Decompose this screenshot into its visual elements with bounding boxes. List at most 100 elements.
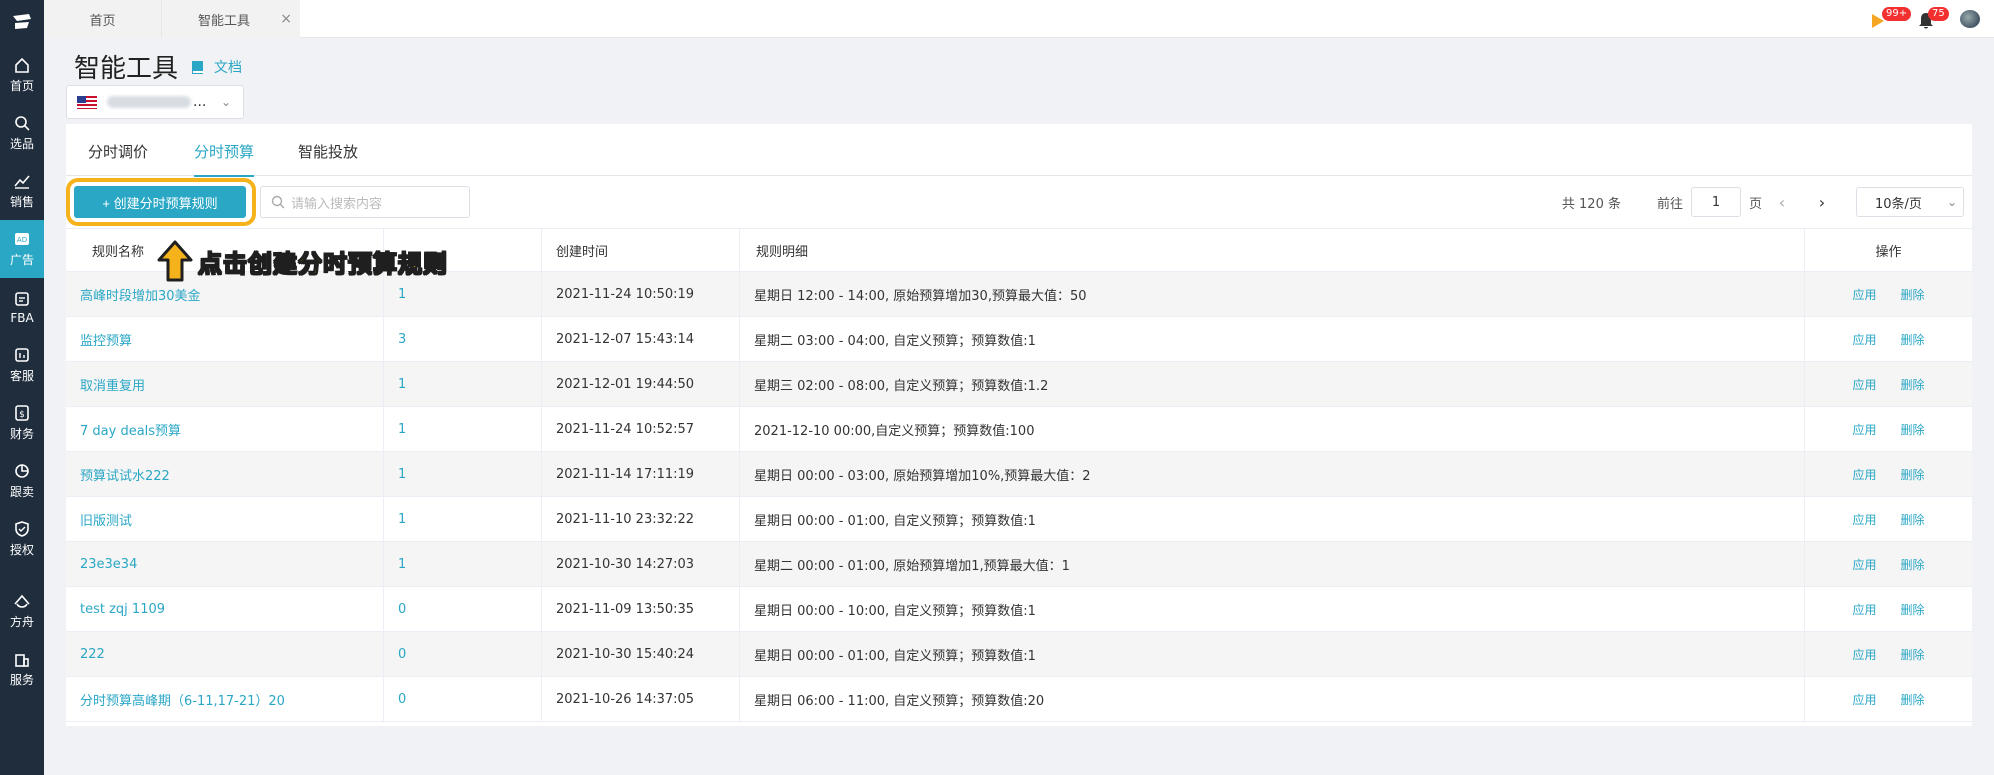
app-logo[interactable] <box>0 0 44 46</box>
rule-name-link[interactable]: 监控预算 <box>80 330 132 349</box>
tab-time-pricing[interactable]: 分时调价 <box>88 141 148 162</box>
sidebar-item-8[interactable]: 授权 <box>0 510 44 568</box>
rule-name-link[interactable]: 取消重复用 <box>80 375 145 394</box>
rule-name-link[interactable]: 7 day deals预算 <box>80 420 181 439</box>
rule-name-link[interactable]: 分时预算高峰期（6-11,17-21）20 <box>80 690 285 709</box>
rule-name-link[interactable]: 222 <box>80 647 105 662</box>
sidebar-item-0[interactable]: 首页 <box>0 46 44 104</box>
rule-detail: 星期日 12:00 - 14:00, 原始预算增加30,预算最大值：50 <box>754 288 1087 304</box>
apply-button[interactable]: 应用 <box>1852 511 1876 528</box>
col-created: 创建时间 <box>542 229 740 271</box>
building-icon <box>15 654 29 667</box>
shield-icon <box>15 521 29 537</box>
rule-detail: 星期二 03:00 - 04:00, 自定义预算；预算数值:1 <box>754 333 1036 349</box>
doc-link[interactable]: 文档 <box>190 57 242 77</box>
home-icon <box>15 57 29 73</box>
prev-page-icon[interactable]: ‹ <box>1762 193 1802 212</box>
sidebar-item-9[interactable]: 方舟 <box>0 582 44 640</box>
rule-count-link[interactable]: 1 <box>398 287 406 302</box>
tab-smart-delivery[interactable]: 智能投放 <box>298 141 358 162</box>
table-row: 分时预算高峰期（6-11,17-21）20 0 2021-10-26 14:37:0… <box>66 677 1972 722</box>
delete-button[interactable]: 删除 <box>1901 601 1925 618</box>
apply-button[interactable]: 应用 <box>1852 556 1876 573</box>
sidebar-item-label: 方舟 <box>9 615 34 629</box>
apply-button[interactable]: 应用 <box>1852 376 1876 393</box>
rule-count-link[interactable]: 0 <box>398 602 406 617</box>
table-row: 7 day deals预算 1 2021-11-24 10:52:57 2021-12… <box>66 407 1972 452</box>
tab-home[interactable]: 首页 <box>44 0 162 38</box>
svg-text:$: $ <box>19 410 25 420</box>
sidebar-item-3[interactable]: AD 广告 <box>0 220 44 278</box>
sidebar-item-4[interactable]: FBA <box>0 278 44 336</box>
delete-button[interactable]: 删除 <box>1901 646 1925 663</box>
sidebar-item-2[interactable]: 销售 <box>0 162 44 220</box>
sidebar-item-1[interactable]: 选品 <box>0 104 44 162</box>
apply-button[interactable]: 应用 <box>1852 646 1876 663</box>
ad-icon: AD <box>15 233 29 245</box>
logo-icon <box>13 14 31 29</box>
rule-count-link[interactable]: 0 <box>398 692 406 707</box>
rule-name-link[interactable]: test zqj 1109 <box>80 602 165 617</box>
apply-button[interactable]: 应用 <box>1852 601 1876 618</box>
created-time: 2021-11-24 10:52:57 <box>556 421 695 437</box>
page-number-input[interactable]: 1 <box>1690 187 1741 217</box>
sidebar-item-6[interactable]: $ 财务 <box>0 394 44 452</box>
apply-button[interactable]: 应用 <box>1852 466 1876 483</box>
rule-count-link[interactable]: 3 <box>398 332 406 347</box>
play-notification[interactable]: 99+ <box>1870 7 1912 29</box>
ark-icon <box>14 594 30 608</box>
apply-button[interactable]: 应用 <box>1852 331 1876 348</box>
delete-button[interactable]: 删除 <box>1901 691 1925 708</box>
close-icon[interactable]: × <box>280 11 292 27</box>
main-card: 分时调价 分时预算 智能投放 + 创建分时预算规则 请输入搜索内容 共 120 … <box>66 124 1972 726</box>
rule-count-link[interactable]: 0 <box>398 647 406 662</box>
create-budget-rule-button[interactable]: + 创建分时预算规则 <box>74 186 246 218</box>
top-actions: 99+ 75 <box>1870 0 1994 38</box>
rule-name-link[interactable]: 旧版测试 <box>80 510 132 529</box>
delete-button[interactable]: 删除 <box>1901 421 1925 438</box>
tab-time-budget[interactable]: 分时预算 <box>194 141 255 177</box>
rule-name-link[interactable]: 高峰时段增加30美金 <box>80 285 201 304</box>
us-flag-icon <box>77 95 97 109</box>
rule-name-link[interactable]: 23e3e34 <box>80 557 137 572</box>
search-input[interactable]: 请输入搜索内容 <box>260 186 470 218</box>
total-count: 共 120 条 <box>1561 196 1621 212</box>
apply-button[interactable]: 应用 <box>1852 691 1876 708</box>
delete-button[interactable]: 删除 <box>1901 556 1925 573</box>
rule-detail: 星期日 00:00 - 01:00, 自定义预算；预算数值:1 <box>754 648 1036 664</box>
page-size-select[interactable]: 10条/页 ⌄ <box>1856 187 1964 217</box>
sidebar-item-5[interactable]: 客服 <box>0 336 44 394</box>
rule-count-link[interactable]: 1 <box>398 467 406 482</box>
sidebar-item-7[interactable]: 跟卖 <box>0 452 44 510</box>
next-page-icon[interactable]: › <box>1802 193 1842 212</box>
delete-button[interactable]: 删除 <box>1901 331 1925 348</box>
shop-ellipsis: ... <box>193 94 207 110</box>
page-title: 智能工具 <box>74 54 179 84</box>
created-time: 2021-11-24 10:50:19 <box>556 286 695 302</box>
finance-icon: $ <box>15 405 29 421</box>
tab-smart-tools[interactable]: 智能工具 × <box>162 0 300 38</box>
chevron-down-icon: ⌄ <box>220 95 231 109</box>
table-row: 旧版测试 1 2021-11-10 23:32:22 星期日 00:00 - 01:0… <box>66 497 1972 542</box>
bell-notification[interactable]: 75 <box>1918 7 1949 29</box>
avatar[interactable] <box>1960 10 1980 28</box>
subtabs: 分时调价 分时预算 智能投放 <box>66 124 1972 177</box>
rule-count-link[interactable]: 1 <box>398 512 406 527</box>
shop-select[interactable]: ... ⌄ <box>66 85 244 119</box>
rule-count-link[interactable]: 1 <box>398 377 406 392</box>
rule-count-link[interactable]: 1 <box>398 422 406 437</box>
sidebar-item-10[interactable]: 服务 <box>0 640 44 698</box>
rule-name-link[interactable]: 预算试试水222 <box>80 465 170 484</box>
delete-button[interactable]: 删除 <box>1901 511 1925 528</box>
tab-smart-tools-label: 智能工具 <box>198 13 251 29</box>
page-header: 智能工具 文档 <box>74 48 242 85</box>
apply-button[interactable]: 应用 <box>1852 421 1876 438</box>
rule-count-link[interactable]: 1 <box>398 557 406 572</box>
delete-button[interactable]: 删除 <box>1901 466 1925 483</box>
search-placeholder: 请输入搜索内容 <box>291 196 383 212</box>
top-bar: 首页 智能工具 × 99+ 75 <box>44 0 1994 38</box>
delete-button[interactable]: 删除 <box>1901 376 1925 393</box>
apply-button[interactable]: 应用 <box>1852 286 1876 303</box>
delete-button[interactable]: 删除 <box>1901 286 1925 303</box>
chart-icon <box>14 175 30 189</box>
